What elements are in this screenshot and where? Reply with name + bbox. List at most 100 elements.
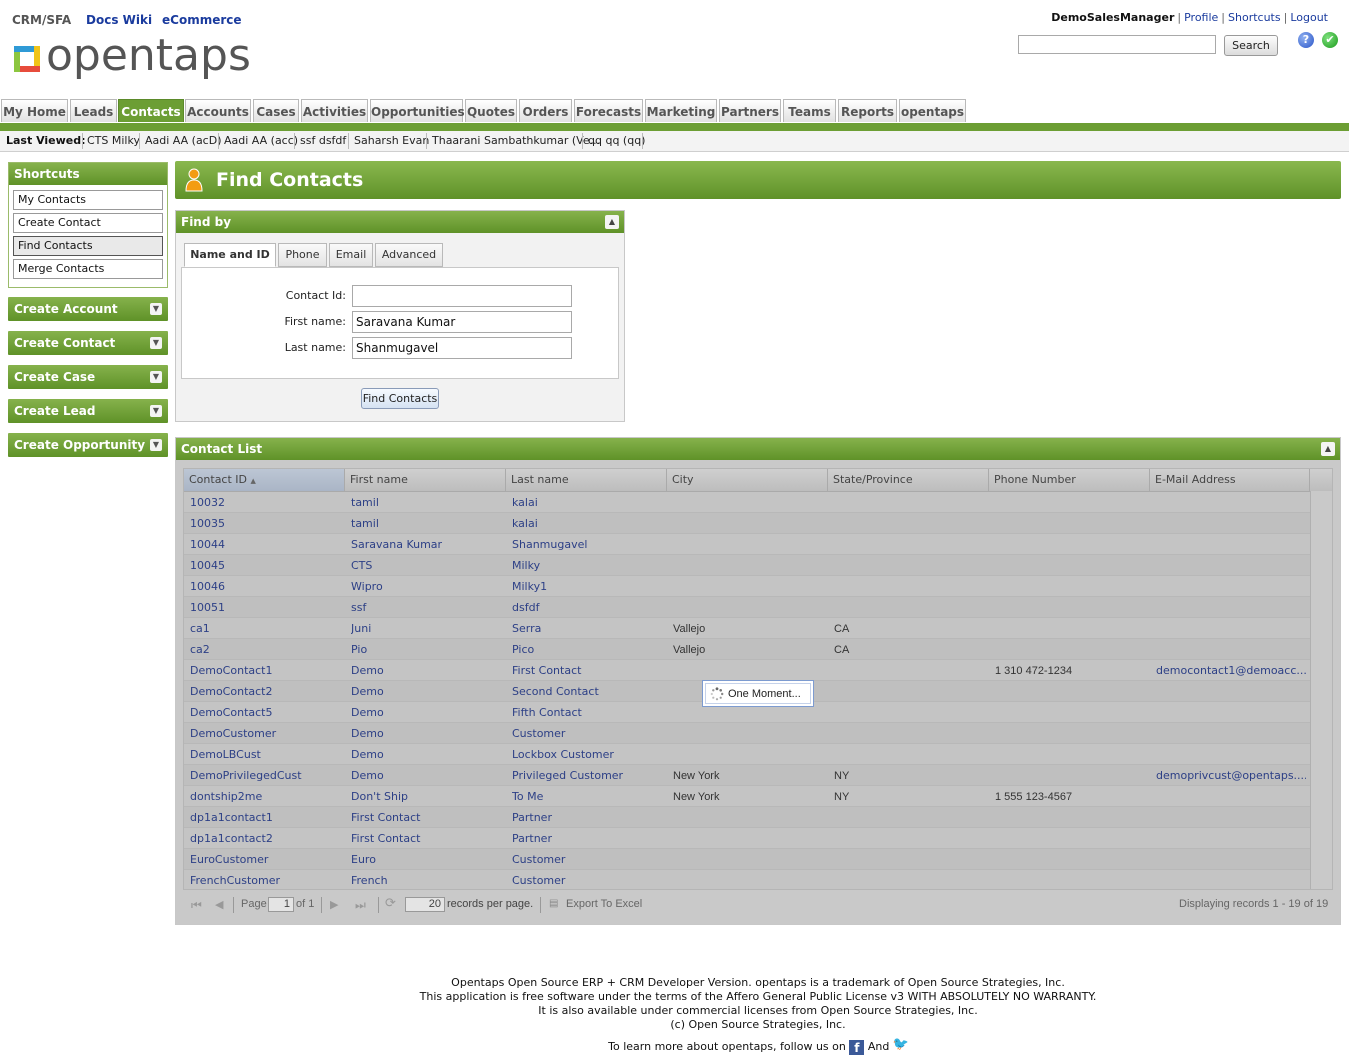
tab-name-and-id[interactable]: Name and ID [184, 243, 276, 267]
email-cell[interactable] [1156, 744, 1306, 765]
email-cell[interactable] [1156, 597, 1306, 618]
create-opportunity-button[interactable]: Create Opportunity ▼ [8, 433, 168, 457]
first-name-cell[interactable]: First Contact [351, 828, 506, 849]
last-name-cell[interactable]: kalai [512, 492, 667, 513]
refresh-icon[interactable]: ⟳ [385, 895, 396, 911]
last-viewed-item[interactable]: CTS Milky [87, 134, 140, 147]
first-name-cell[interactable]: First Contact [351, 807, 506, 828]
last-page-icon[interactable]: ⏭ [355, 898, 366, 913]
table-row[interactable]: DemoCustomer Demo Customer [184, 723, 1310, 744]
table-row[interactable]: 10044 Saravana Kumar Shanmugavel [184, 534, 1310, 555]
tab-cases[interactable]: Cases [253, 99, 299, 122]
contact-id-cell[interactable]: dp1a1contact1 [190, 807, 345, 828]
email-cell[interactable] [1156, 534, 1306, 555]
first-name-cell[interactable]: CTS [351, 555, 506, 576]
email-cell[interactable]: democontact1@demoacc... [1156, 660, 1306, 681]
contact-id-cell[interactable]: EuroCustomer [190, 849, 345, 870]
table-row[interactable]: 10035 tamil kalai [184, 513, 1310, 534]
create-contact-button[interactable]: Create Contact ▼ [8, 331, 168, 355]
last-viewed-item[interactable]: Saharsh Evan [354, 134, 429, 147]
first-name-cell[interactable]: Demo [351, 744, 506, 765]
logout-link[interactable]: Logout [1290, 11, 1328, 24]
first-name-cell[interactable]: Demo [351, 660, 506, 681]
last-viewed-item[interactable]: ssf dsfdf [300, 134, 346, 147]
shortcut-my-contacts[interactable]: My Contacts [13, 190, 163, 210]
email-cell[interactable] [1156, 513, 1306, 534]
first-name-cell[interactable]: Pio [351, 639, 506, 660]
tab-advanced[interactable]: Advanced [375, 243, 443, 267]
shortcut-find-contacts[interactable]: Find Contacts [13, 236, 163, 256]
email-cell[interactable] [1156, 576, 1306, 597]
last-name-cell[interactable]: Lockbox Customer [512, 744, 667, 765]
last-name-cell[interactable]: Milky1 [512, 576, 667, 597]
tab-leads[interactable]: Leads [70, 99, 117, 122]
app-link-docs-wiki[interactable]: Docs Wiki [86, 13, 152, 27]
table-row[interactable]: DemoContact1 Demo First Contact 1 310 472-1… [184, 660, 1310, 681]
last-name-cell[interactable]: Serra [512, 618, 667, 639]
help-icon[interactable]: ? [1298, 32, 1314, 48]
table-row[interactable]: ca1 Juni Serra Vallejo CA [184, 618, 1310, 639]
page-size-input[interactable]: 20 [405, 897, 445, 912]
first-name-cell[interactable]: Demo [351, 702, 506, 723]
email-cell[interactable] [1156, 786, 1306, 807]
column-header-city[interactable]: City [667, 469, 828, 491]
tab-forecasts[interactable]: Forecasts [574, 99, 643, 122]
first-page-icon[interactable]: ⏮ [191, 898, 202, 913]
app-link-ecommerce[interactable]: eCommerce [162, 13, 242, 27]
first-name-cell[interactable]: Demo [351, 723, 506, 744]
create-case-button[interactable]: Create Case ▼ [8, 365, 168, 389]
grid-scrollbar[interactable] [1310, 491, 1332, 889]
contact-id-cell[interactable]: DemoCustomer [190, 723, 345, 744]
contact-id-cell[interactable]: dontship2me [190, 786, 345, 807]
contact-id-cell[interactable]: DemoContact5 [190, 702, 345, 723]
last-name-cell[interactable]: Customer [512, 723, 667, 744]
column-header-contact-id[interactable]: Contact ID ▲ [184, 469, 345, 491]
first-name-cell[interactable]: Wipro [351, 576, 506, 597]
tab-marketing[interactable]: Marketing [645, 99, 717, 122]
column-header-first-name[interactable]: First name [345, 469, 506, 491]
tab-contacts[interactable]: Contacts [118, 99, 184, 122]
profile-link[interactable]: Profile [1184, 11, 1218, 24]
last-name-cell[interactable]: dsfdf [512, 597, 667, 618]
first-name-cell[interactable]: Euro [351, 849, 506, 870]
contact-id-cell[interactable]: 10045 [190, 555, 345, 576]
next-page-icon[interactable]: ▶ [330, 898, 338, 911]
contact-id-cell[interactable]: 10032 [190, 492, 345, 513]
email-cell[interactable] [1156, 828, 1306, 849]
tab-accounts[interactable]: Accounts [185, 99, 251, 122]
last-name-cell[interactable]: Shanmugavel [512, 534, 667, 555]
first-name-cell[interactable]: ssf [351, 597, 506, 618]
tab-activities[interactable]: Activities [301, 99, 368, 122]
last-name-cell[interactable]: First Contact [512, 660, 667, 681]
email-cell[interactable]: demoprivcust@opentaps.... [1156, 765, 1306, 786]
first-name-cell[interactable]: Don't Ship [351, 786, 506, 807]
search-input[interactable] [1018, 35, 1216, 54]
email-cell[interactable] [1156, 555, 1306, 576]
first-name-cell[interactable]: Saravana Kumar [351, 534, 506, 555]
tab-my-home[interactable]: My Home [1, 99, 68, 122]
first-name-field[interactable]: Saravana Kumar [352, 311, 572, 333]
table-row[interactable]: DemoPrivilegedCust Demo Privileged Custome… [184, 765, 1310, 786]
shortcuts-link[interactable]: Shortcuts [1228, 11, 1281, 24]
table-row[interactable]: dp1a1contact2 First Contact Partner [184, 828, 1310, 849]
table-row[interactable]: dontship2me Don't Ship To Me New York NY 1 55… [184, 786, 1310, 807]
table-row[interactable]: 10045 CTS Milky [184, 555, 1310, 576]
shortcut-merge-contacts[interactable]: Merge Contacts [13, 259, 163, 279]
last-name-cell[interactable]: Milky [512, 555, 667, 576]
last-viewed-item[interactable]: Thaarani Sambathkumar (Ve... [432, 134, 600, 147]
tab-reports[interactable]: Reports [838, 99, 897, 122]
last-name-cell[interactable]: Second Contact [512, 681, 667, 702]
first-name-cell[interactable]: French [351, 870, 506, 889]
column-header-state[interactable]: State/Province [828, 469, 989, 491]
last-name-cell[interactable]: Customer [512, 849, 667, 870]
contact-id-cell[interactable]: DemoContact2 [190, 681, 345, 702]
tab-opentaps[interactable]: opentaps [899, 99, 966, 122]
email-cell[interactable] [1156, 492, 1306, 513]
table-row[interactable]: ca2 Pio Pico Vallejo CA [184, 639, 1310, 660]
contact-id-cell[interactable]: DemoPrivilegedCust [190, 765, 345, 786]
table-row[interactable]: FrenchCustomer French Customer [184, 870, 1310, 889]
tab-email[interactable]: Email [329, 243, 373, 267]
contact-id-cell[interactable]: DemoLBCust [190, 744, 345, 765]
last-name-cell[interactable]: Pico [512, 639, 667, 660]
table-row[interactable]: 10051 ssf dsfdf [184, 597, 1310, 618]
